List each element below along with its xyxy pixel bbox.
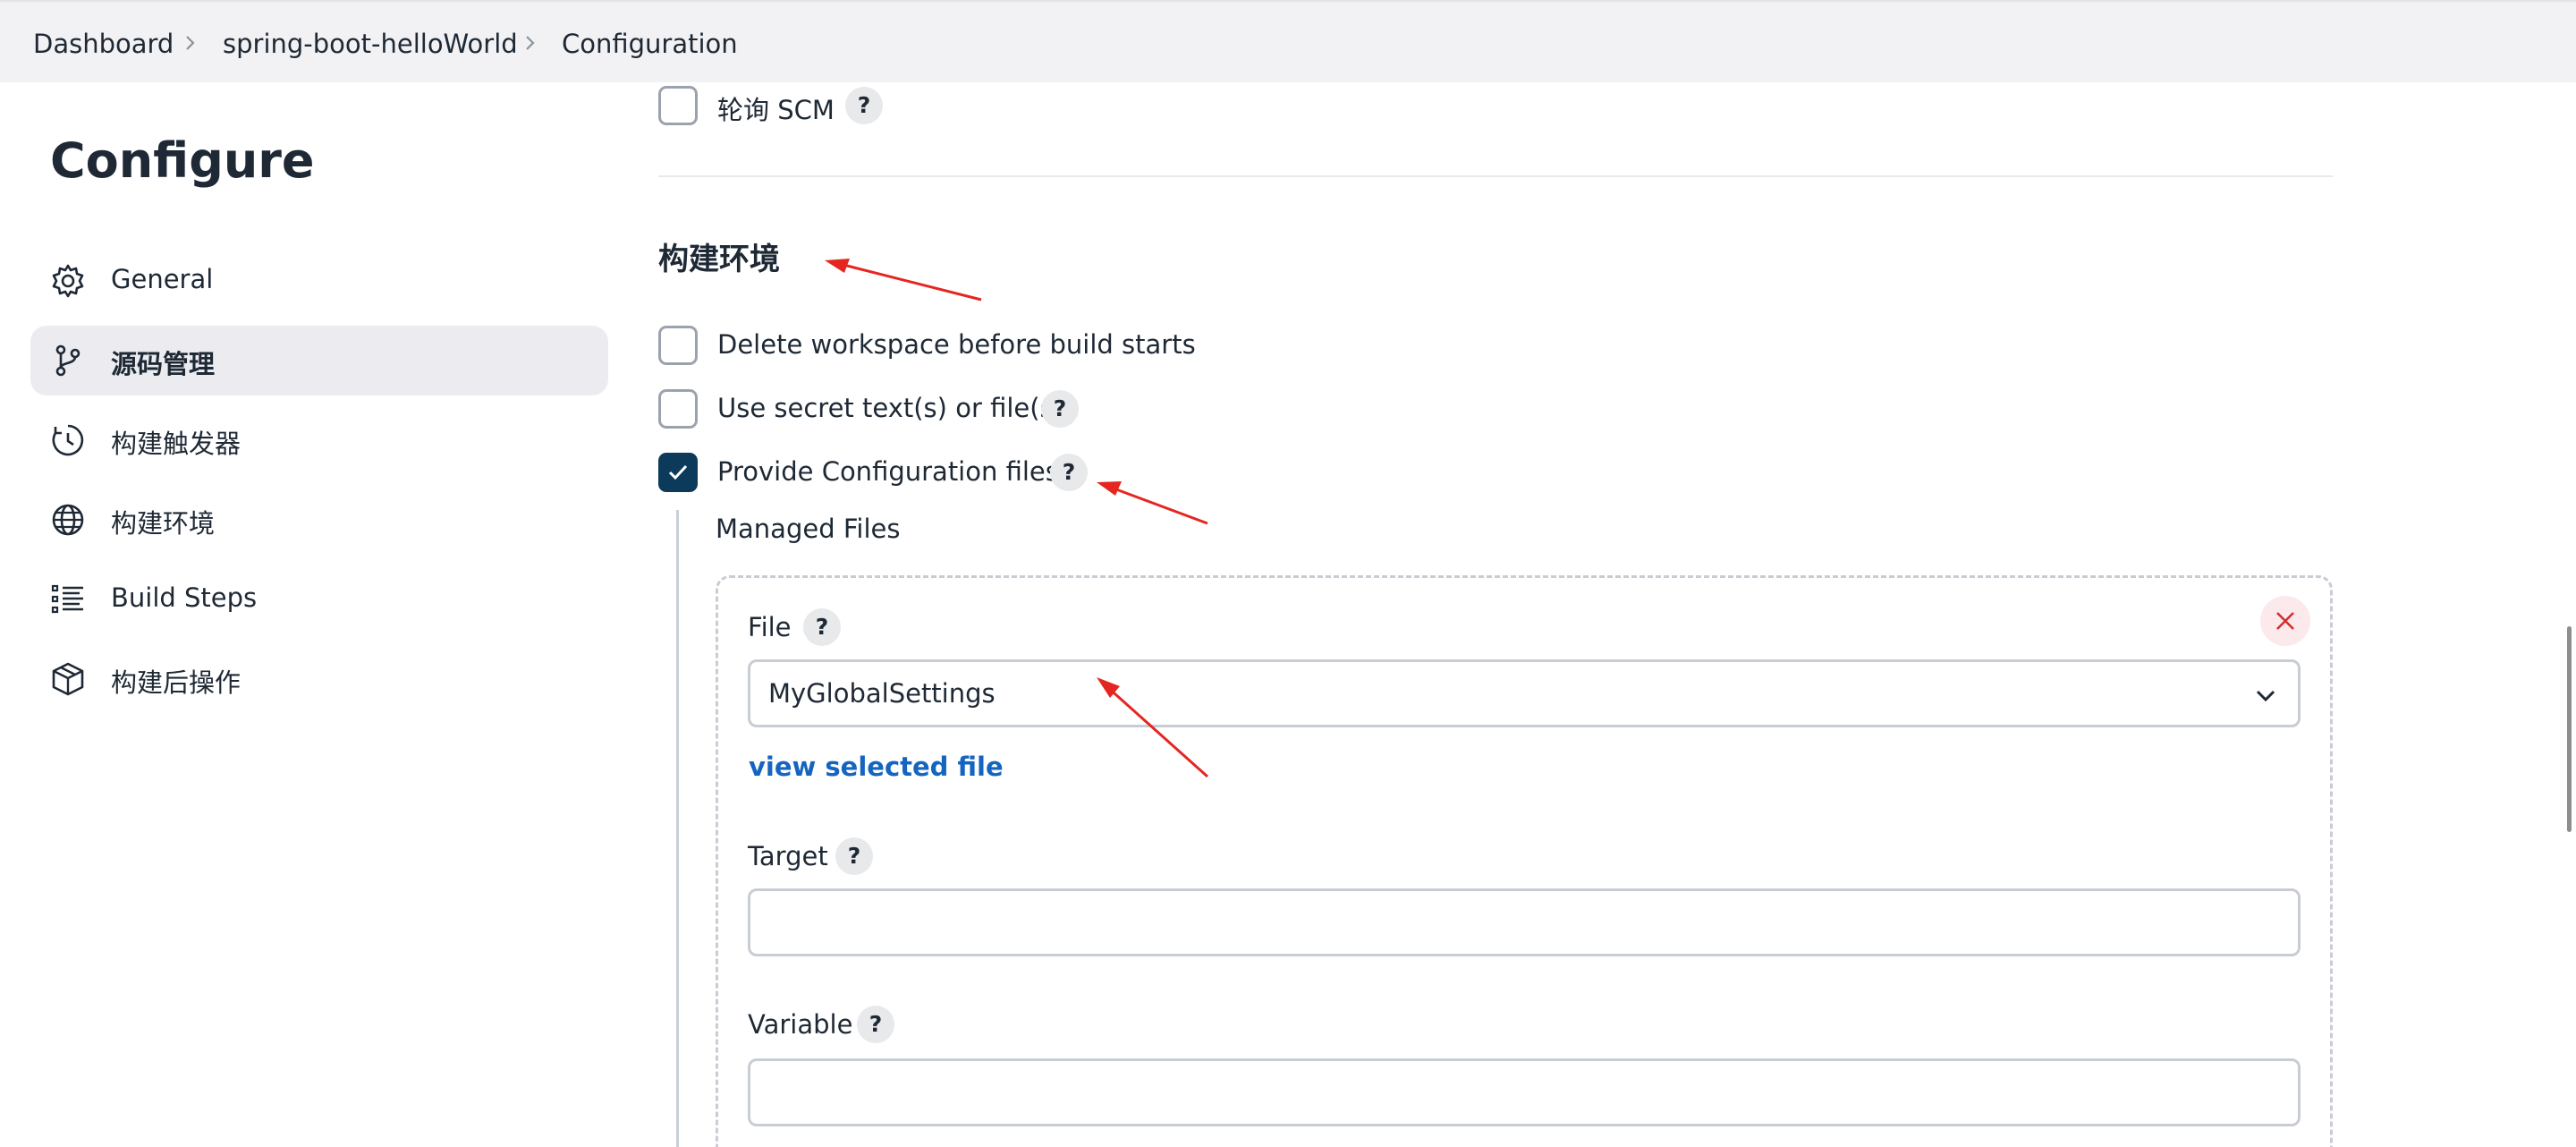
sidebar-item-label: 构建触发器	[111, 429, 242, 459]
sidebar-item-triggers[interactable]: 构建触发器	[30, 405, 608, 475]
provide-config-files-checkbox[interactable]	[658, 453, 698, 492]
list-icon	[50, 582, 86, 617]
page-title: Configure	[50, 132, 315, 189]
sidebar-item-label: 构建环境	[111, 508, 216, 539]
scrollbar[interactable]	[2567, 626, 2572, 832]
variable-help-button[interactable]: ?	[857, 1006, 894, 1043]
remove-file-button[interactable]	[2260, 596, 2310, 646]
breadcrumb-dashboard[interactable]: Dashboard	[33, 29, 174, 59]
secret-files-help-button[interactable]: ?	[1041, 390, 1079, 428]
file-field-label: File	[748, 612, 792, 642]
variable-field-label: Variable	[748, 1009, 853, 1040]
package-icon	[50, 661, 86, 697]
checkmark-icon	[668, 464, 688, 480]
nested-section-line	[676, 510, 679, 1147]
secret-files-checkbox[interactable]	[658, 389, 698, 429]
poll-scm-help-button[interactable]: ?	[845, 87, 883, 124]
file-select-value: MyGlobalSettings	[768, 678, 996, 709]
annotation-arrow	[825, 259, 982, 302]
provide-config-files-label: Provide Configuration files	[717, 456, 1059, 487]
view-selected-file-link[interactable]: view selected file	[749, 752, 1004, 782]
secret-files-label: Use secret text(s) or file(s)	[717, 393, 1063, 423]
sidebar-item-label: 构建后操作	[111, 667, 242, 698]
clock-icon	[50, 422, 86, 458]
gear-icon	[50, 263, 86, 299]
target-input[interactable]	[748, 888, 2301, 956]
sidebar-item-post-build[interactable]: 构建后操作	[30, 644, 608, 714]
chevron-down-icon	[2253, 684, 2278, 709]
delete-workspace-checkbox[interactable]	[658, 326, 698, 365]
target-help-button[interactable]: ?	[835, 837, 873, 875]
breadcrumb-job[interactable]: spring-boot-helloWorld	[223, 29, 518, 59]
globe-icon	[50, 502, 86, 538]
sidebar-item-build-env[interactable]: 构建环境	[30, 485, 608, 555]
sidebar-item-build-steps[interactable]: Build Steps	[30, 565, 608, 634]
managed-files-label: Managed Files	[716, 514, 901, 544]
sidebar-item-label: Build Steps	[111, 582, 258, 613]
close-icon	[2276, 612, 2294, 630]
breadcrumb-configuration[interactable]: Configuration	[562, 29, 738, 59]
sidebar-item-label: General	[111, 264, 214, 294]
target-field-label: Target	[748, 841, 828, 871]
sidebar-item-scm[interactable]: 源码管理	[30, 326, 608, 395]
sidebar-item-label: 源码管理	[111, 349, 216, 379]
file-help-button[interactable]: ?	[803, 608, 841, 646]
chevron-right-icon	[181, 33, 200, 53]
sidebar-item-general[interactable]: General	[30, 246, 608, 316]
section-divider	[658, 175, 2333, 177]
provide-config-files-help-button[interactable]: ?	[1050, 454, 1088, 491]
annotation-arrow	[1097, 481, 1208, 525]
file-select[interactable]: MyGlobalSettings	[748, 659, 2301, 727]
breadcrumb: Dashboard spring-boot-helloWorld Configu…	[0, 0, 2576, 82]
delete-workspace-label: Delete workspace before build starts	[717, 329, 1196, 360]
chevron-right-icon	[521, 33, 540, 53]
poll-scm-label: 轮询 SCM	[717, 95, 835, 125]
variable-input[interactable]	[748, 1058, 2301, 1126]
section-title-build-env: 构建环境	[658, 242, 780, 277]
poll-scm-checkbox[interactable]	[658, 86, 698, 125]
branch-icon	[50, 343, 86, 378]
